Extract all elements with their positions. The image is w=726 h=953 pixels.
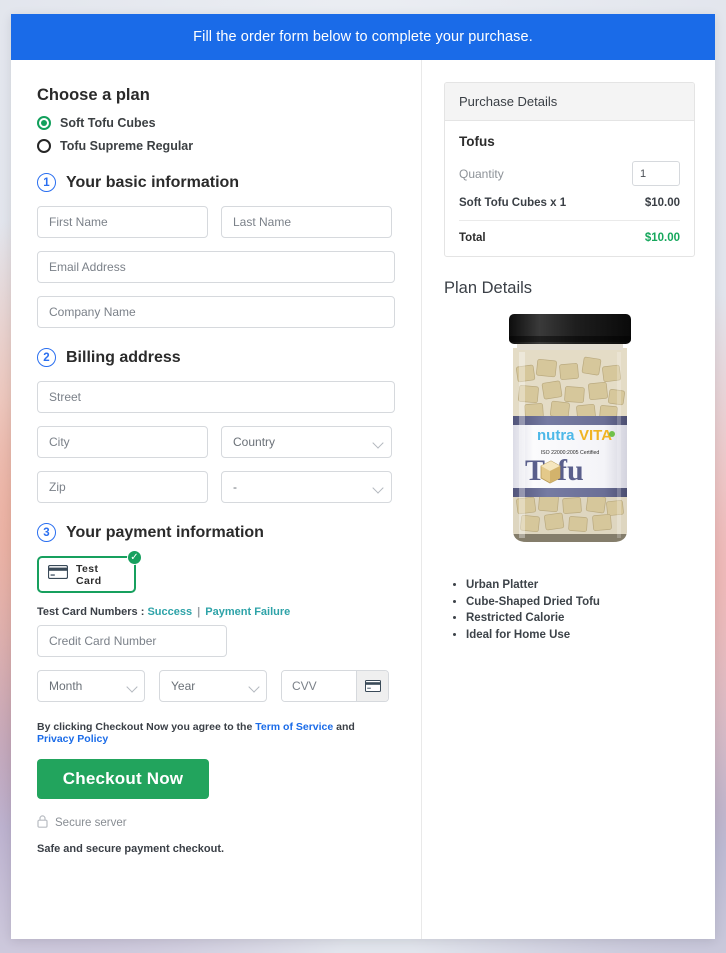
terms-prefix: By clicking Checkout Now you agree to th… (37, 721, 256, 733)
line-item-amount: $10.00 (644, 197, 680, 209)
terms-of-service-link[interactable]: Term of Service (255, 721, 333, 733)
tofu-cubes-bottom (512, 494, 627, 542)
page-banner: Fill the order form below to complete yo… (11, 14, 715, 60)
step-1-header: 1 Your basic information (37, 173, 395, 192)
quantity-input[interactable] (632, 161, 680, 186)
product-name: Tofus (459, 134, 495, 149)
expiry-month-select[interactable]: Month (37, 670, 145, 702)
order-form-column: Choose a plan Soft Tofu Cubes Tofu Supre… (11, 60, 422, 939)
privacy-policy-link[interactable]: Privacy Policy (37, 733, 108, 745)
total-amount: $10.00 (644, 232, 680, 244)
quantity-row: Quantity (459, 161, 680, 186)
step-number-badge: 2 (37, 348, 56, 367)
success-link[interactable]: Success (147, 606, 192, 618)
street-input[interactable] (37, 381, 395, 413)
step-title: Billing address (66, 348, 181, 366)
step-number-badge: 1 (37, 173, 56, 192)
purchase-details-body: Tofus Quantity Soft Tofu Cubes x 1 $10.0… (445, 121, 694, 256)
country-select-value: Country (221, 426, 392, 458)
zip-input[interactable] (37, 471, 208, 503)
test-card-numbers-label: Test Card Numbers : (37, 606, 145, 618)
cube-glyph (540, 460, 560, 484)
radio-icon-selected[interactable] (37, 116, 51, 130)
plan-feature-list: Urban Platter Cube-Shaped Dried Tofu Res… (466, 577, 695, 643)
safe-payment-note: Safe and secure payment checkout. (37, 843, 225, 855)
brand-primary: nutra (537, 427, 575, 444)
test-card-numbers-row: Test Card Numbers : Success | Payment Fa… (37, 606, 395, 618)
state-select[interactable]: - (221, 471, 392, 503)
secure-server-row: Secure server (37, 815, 395, 831)
checkout-page-card: Fill the order form below to complete yo… (11, 14, 715, 939)
step-number-badge: 3 (37, 523, 56, 542)
expiry-month-value: Month (37, 670, 145, 702)
product-image: nutra VITA ISO 22000:2005 Certified T fu (444, 308, 695, 563)
company-name-input[interactable] (37, 296, 395, 328)
country-select[interactable]: Country (221, 426, 392, 458)
plan-option-tofu-supreme-regular[interactable]: Tofu Supreme Regular (37, 139, 395, 153)
test-card-label: Test Card (76, 562, 102, 587)
choose-plan-heading: Choose a plan (37, 86, 150, 104)
first-name-input[interactable] (37, 206, 208, 238)
step-title: Your basic information (66, 173, 240, 191)
cvv-field-group[interactable] (281, 670, 389, 702)
last-name-input[interactable] (221, 206, 392, 238)
terms-conjunction: and (333, 721, 355, 733)
brand-secondary: VITA (579, 427, 612, 444)
city-input[interactable] (37, 426, 208, 458)
email-row (37, 251, 395, 283)
terms-agreement-text: By clicking Checkout Now you agree to th… (37, 721, 395, 745)
check-icon: ✓ (127, 550, 142, 565)
link-separator: | (197, 606, 201, 618)
svg-text:fu: fu (557, 454, 584, 487)
test-card-button[interactable]: Test Card (37, 556, 136, 593)
tofu-cubes-top (512, 348, 627, 421)
radio-icon-unselected[interactable] (37, 139, 51, 153)
plan-option-soft-tofu-cubes[interactable]: Soft Tofu Cubes (37, 116, 395, 130)
list-item: Urban Platter (466, 577, 695, 594)
summary-column: Purchase Details Tofus Quantity Soft Tof… (422, 60, 715, 939)
step-2-header: 2 Billing address (37, 348, 395, 367)
total-label: Total (459, 232, 486, 244)
lock-icon (37, 815, 48, 831)
plan-option-label: Tofu Supreme Regular (60, 139, 194, 153)
email-input[interactable] (37, 251, 395, 283)
line-item-label: Soft Tofu Cubes x 1 (459, 197, 567, 209)
quantity-label: Quantity (459, 166, 504, 181)
checkout-now-button[interactable]: Checkout Now (37, 759, 209, 799)
list-item: Cube-Shaped Dried Tofu (466, 594, 695, 611)
plan-details-title: Plan Details (444, 279, 533, 297)
banner-text: Fill the order form below to complete yo… (193, 29, 533, 45)
total-row: Total $10.00 (459, 221, 680, 244)
cvv-input[interactable] (282, 671, 356, 701)
expiry-year-value: Year (159, 670, 267, 702)
payment-method-test-card[interactable]: Test Card ✓ (37, 550, 142, 593)
cvv-card-icon (356, 671, 388, 701)
street-row (37, 381, 395, 413)
step-3-header: 3 Your payment information (37, 523, 395, 542)
city-country-row: Country (37, 426, 395, 458)
payment-failure-link[interactable]: Payment Failure (205, 606, 290, 618)
list-item: Restricted Calorie (466, 610, 695, 627)
name-row (37, 206, 395, 238)
company-row (37, 296, 395, 328)
purchase-details-panel: Purchase Details Tofus Quantity Soft Tof… (444, 82, 695, 257)
line-item-row: Soft Tofu Cubes x 1 $10.00 (459, 197, 680, 221)
zip-state-row: - (37, 471, 395, 503)
expiry-year-select[interactable]: Year (159, 670, 267, 702)
purchase-details-header: Purchase Details (445, 83, 694, 121)
tofu-jar-illustration: nutra VITA ISO 22000:2005 Certified T fu (508, 314, 631, 542)
expiry-cvv-row: Month Year (37, 670, 395, 702)
page-columns: Choose a plan Soft Tofu Cubes Tofu Supre… (11, 60, 715, 939)
credit-card-icon (47, 564, 69, 584)
plan-option-label: Soft Tofu Cubes (60, 116, 156, 130)
credit-card-number-input[interactable] (37, 625, 227, 657)
state-select-value: - (221, 471, 392, 503)
list-item: Ideal for Home Use (466, 627, 695, 644)
step-title: Your payment information (66, 523, 264, 541)
secure-server-label: Secure server (55, 817, 127, 829)
